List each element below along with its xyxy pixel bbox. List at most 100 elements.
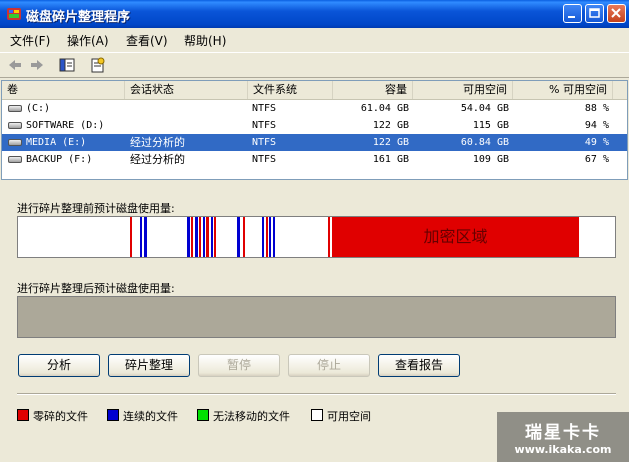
minimize-icon [568,16,575,18]
fragmented-block [214,217,216,257]
contiguous-block [211,217,213,257]
contiguous-swatch [107,409,119,421]
hard-drive-icon [8,156,22,163]
file-system: NTFS [252,137,277,148]
menu-action[interactable]: 操作(A) [67,32,109,49]
fragmented-block [130,217,132,257]
legend-label: 可用空间 [327,410,371,423]
menu-help[interactable]: 帮助(H) [184,32,226,49]
contiguous-block [203,217,205,257]
free-space: 54.04 GB [460,103,509,114]
column-volume[interactable]: 卷 [2,81,125,99]
volume-name: SOFTWARE (D:) [26,120,105,131]
legend-label: 无法移动的文件 [213,410,290,423]
free-space: 60.84 GB [460,137,509,148]
contiguous-block [237,217,240,257]
legend-contiguous: 连续的文件 [107,408,178,424]
volume-row-d[interactable]: SOFTWARE (D:) NTFS 122 GB 115 GB 94 % [2,117,627,134]
contiguous-block [144,217,147,257]
volume-name: BACKUP (F:) [26,154,93,165]
contiguous-block [273,217,275,257]
fragmented-block [266,217,268,257]
file-system: NTFS [252,120,277,131]
file-system: NTFS [252,103,277,114]
contiguous-block [262,217,264,257]
legend-label: 零碎的文件 [33,410,88,423]
capacity: 161 GB [372,154,409,165]
watermark-url: www.ikaka.com [514,443,612,456]
contiguous-block [187,217,190,257]
legend-free: 可用空间 [311,408,371,424]
file-system: NTFS [252,154,277,165]
fragmented-block [206,217,209,257]
forward-arrow-icon[interactable] [29,57,45,73]
legend-unmovable: 无法移动的文件 [197,408,290,424]
title-bar[interactable]: 磁盘碎片整理程序 [0,0,629,28]
defrag-app-icon [7,8,21,20]
volume-name: MEDIA (E:) [26,137,87,148]
close-button[interactable] [607,4,626,23]
view-report-button[interactable]: 查看报告 [378,354,460,377]
after-defrag-map [17,296,616,338]
minimize-button[interactable] [563,4,582,23]
analyze-button[interactable]: 分析 [18,354,100,377]
contiguous-block [269,217,271,257]
toolbar [0,52,629,78]
volume-list[interactable]: 卷 会话状态 文件系统 容量 可用空间 % 可用空间 (C:) NTFS 61.… [1,80,628,180]
capacity: 122 GB [372,120,409,131]
pause-button[interactable]: 暂停 [198,354,280,377]
console-view-icon[interactable] [59,57,75,73]
contiguous-block [140,217,142,257]
maximize-icon [589,8,600,18]
menu-view[interactable]: 查看(V) [126,32,168,49]
menu-file[interactable]: 文件(F) [10,32,50,49]
contiguous-block [195,217,198,257]
encrypted-region: 加密区域 [332,217,579,257]
legend-label: 连续的文件 [123,410,178,423]
column-free-space[interactable]: 可用空间 [413,81,513,99]
fragmented-block [199,217,201,257]
legend-fragmented: 零碎的文件 [17,408,88,424]
properties-icon[interactable] [90,57,106,73]
column-percent-free[interactable]: % 可用空间 [513,81,613,99]
fragmented-swatch [17,409,29,421]
maximize-button[interactable] [585,4,604,23]
percent-free: 67 % [584,154,609,165]
hard-drive-icon [8,105,22,112]
hard-drive-icon [8,139,22,146]
watermark-title: 瑞星卡卡 [525,423,601,443]
back-arrow-icon[interactable] [7,57,23,73]
hard-drive-icon [8,122,22,129]
capacity: 61.04 GB [360,103,409,114]
free-swatch [311,409,323,421]
volume-row-c[interactable]: (C:) NTFS 61.04 GB 54.04 GB 88 % [2,100,627,117]
percent-free: 88 % [584,103,609,114]
defragment-button[interactable]: 碎片整理 [108,354,190,377]
menu-bar: 文件(F) 操作(A) 查看(V) 帮助(H) [0,28,629,50]
column-session-status[interactable]: 会话状态 [125,81,248,99]
column-file-system[interactable]: 文件系统 [248,81,333,99]
column-capacity[interactable]: 容量 [333,81,413,99]
free-space: 115 GB [472,120,509,131]
unmovable-swatch [197,409,209,421]
fragmented-block [328,217,330,257]
percent-free: 94 % [584,120,609,131]
session-status: 经过分析的 [130,136,185,149]
watermark: 瑞星卡卡 www.ikaka.com [497,412,629,462]
window-title: 磁盘碎片整理程序 [26,10,131,25]
capacity: 122 GB [372,137,409,148]
volume-row-f[interactable]: BACKUP (F:) 经过分析的 NTFS 161 GB 109 GB 67 … [2,151,627,168]
fragmented-block [191,217,193,257]
encrypted-region-label: 加密区域 [423,227,488,246]
volume-row-e[interactable]: MEDIA (E:) 经过分析的 NTFS 122 GB 60.84 GB 49… [2,134,627,151]
after-map-label: 进行碎片整理后预计磁盘使用量: [17,282,175,295]
percent-free: 49 % [584,137,609,148]
before-defrag-map: 加密区域 [17,216,616,258]
divider [17,393,616,395]
volume-list-header: 卷 会话状态 文件系统 容量 可用空间 % 可用空间 [2,81,627,100]
stop-button[interactable]: 停止 [288,354,370,377]
free-space: 109 GB [472,154,509,165]
volume-name: (C:) [26,103,51,114]
session-status: 经过分析的 [130,153,185,166]
fragmented-block [243,217,245,257]
